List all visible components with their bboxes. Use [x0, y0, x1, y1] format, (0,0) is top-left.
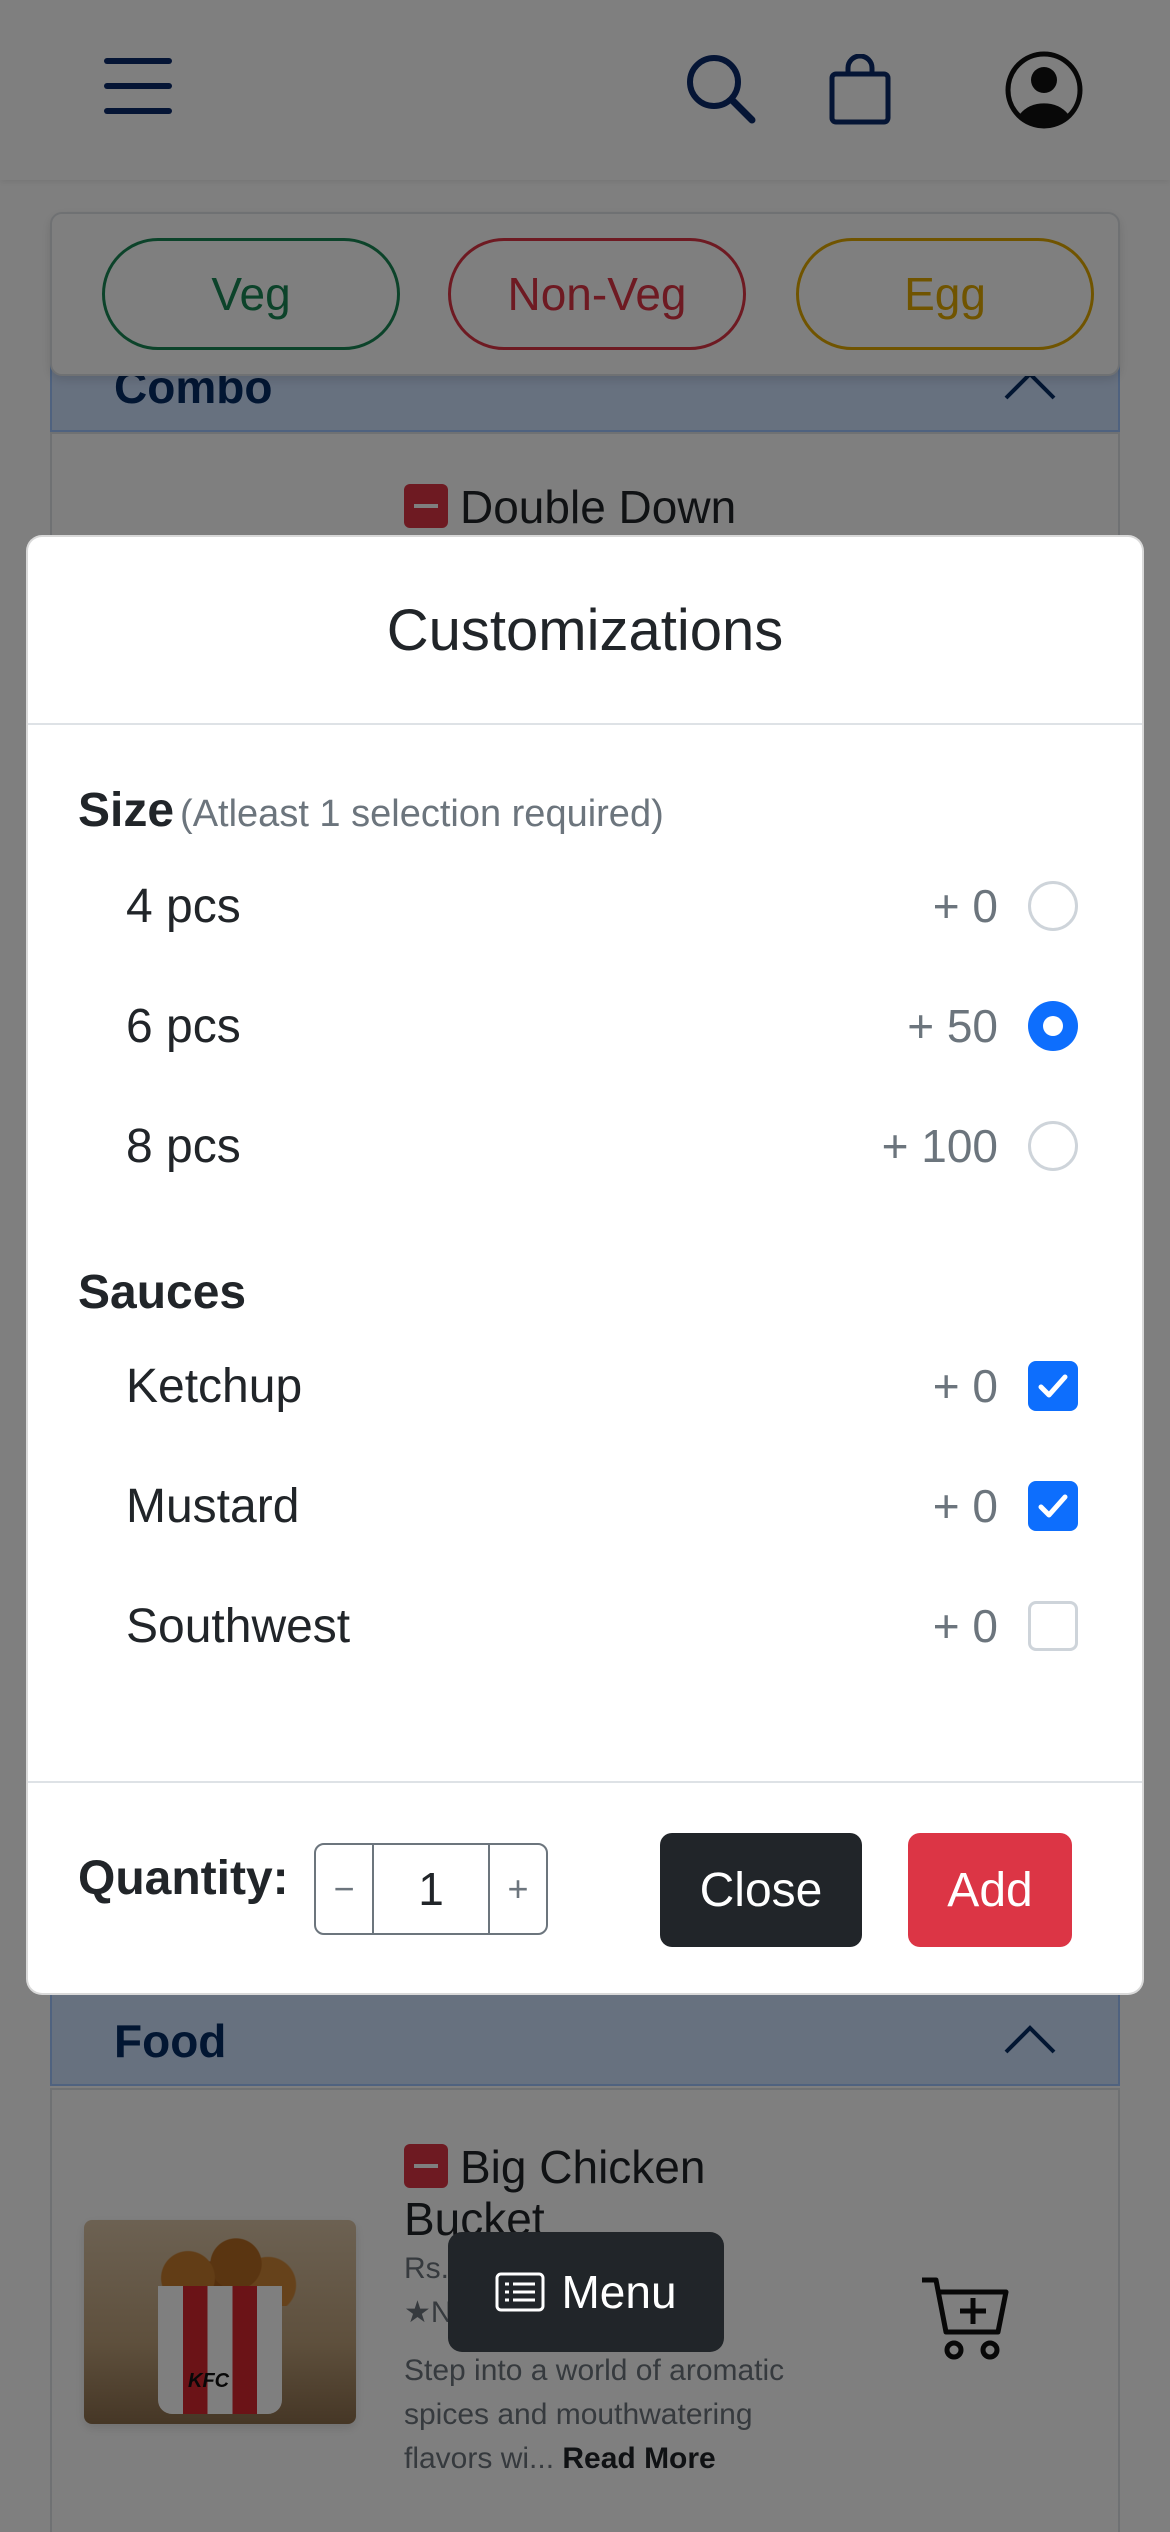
size-radio[interactable]	[1028, 881, 1078, 931]
sauce-checkbox[interactable]	[1028, 1361, 1078, 1411]
option-label: Mustard	[126, 1480, 300, 1533]
sauce-checkbox[interactable]	[1028, 1601, 1078, 1651]
option-price: + 0	[932, 880, 998, 932]
option-label: 4 pcs	[126, 880, 241, 933]
increase-quantity-button[interactable]: +	[488, 1845, 546, 1933]
option-price: + 0	[932, 1480, 998, 1532]
size-option-8pcs[interactable]: 8 pcs + 100	[78, 1107, 1098, 1187]
close-button[interactable]: Close	[660, 1833, 862, 1947]
checkmark-icon	[1038, 1494, 1068, 1518]
option-label: 8 pcs	[126, 1120, 241, 1173]
modal-header: Customizations	[28, 537, 1142, 725]
modal-footer: Quantity: − 1 + Close Add	[28, 1781, 1142, 1993]
add-button[interactable]: Add	[908, 1833, 1072, 1947]
modal-title: Customizations	[386, 597, 784, 663]
size-option-6pcs[interactable]: 6 pcs + 50	[78, 987, 1098, 1067]
option-price: + 50	[907, 1000, 998, 1052]
sauce-option-mustard[interactable]: Mustard + 0	[78, 1467, 1098, 1547]
size-group-title: Size (Atleast 1 selection required)	[78, 784, 664, 837]
option-price: + 0	[932, 1360, 998, 1412]
option-label: Ketchup	[126, 1360, 303, 1413]
size-group-note: (Atleast 1 selection required)	[180, 793, 664, 835]
option-label: Southwest	[126, 1600, 351, 1653]
quantity-stepper: − 1 +	[314, 1843, 548, 1935]
size-radio[interactable]	[1028, 1121, 1078, 1171]
sauce-option-southwest[interactable]: Southwest + 0	[78, 1587, 1098, 1667]
sauce-option-ketchup[interactable]: Ketchup + 0	[78, 1347, 1098, 1427]
quantity-input[interactable]: 1	[374, 1845, 488, 1933]
sauces-group-title: Sauces	[78, 1266, 247, 1319]
option-price: + 0	[932, 1600, 998, 1652]
quantity-label: Quantity:	[78, 1852, 289, 1905]
checkmark-icon	[1038, 1374, 1068, 1398]
option-label: 6 pcs	[126, 1000, 241, 1053]
size-radio[interactable]	[1028, 1001, 1078, 1051]
menu-floating-button[interactable]: Menu	[448, 2232, 724, 2352]
option-price: + 100	[881, 1120, 998, 1172]
menu-button-label: Menu	[561, 2266, 677, 2318]
size-option-4pcs[interactable]: 4 pcs + 0	[78, 867, 1098, 947]
sauce-checkbox[interactable]	[1028, 1481, 1078, 1531]
list-icon	[495, 2272, 545, 2312]
customizations-modal: Customizations Size (Atleast 1 selection …	[26, 535, 1144, 1995]
decrease-quantity-button[interactable]: −	[316, 1845, 374, 1933]
